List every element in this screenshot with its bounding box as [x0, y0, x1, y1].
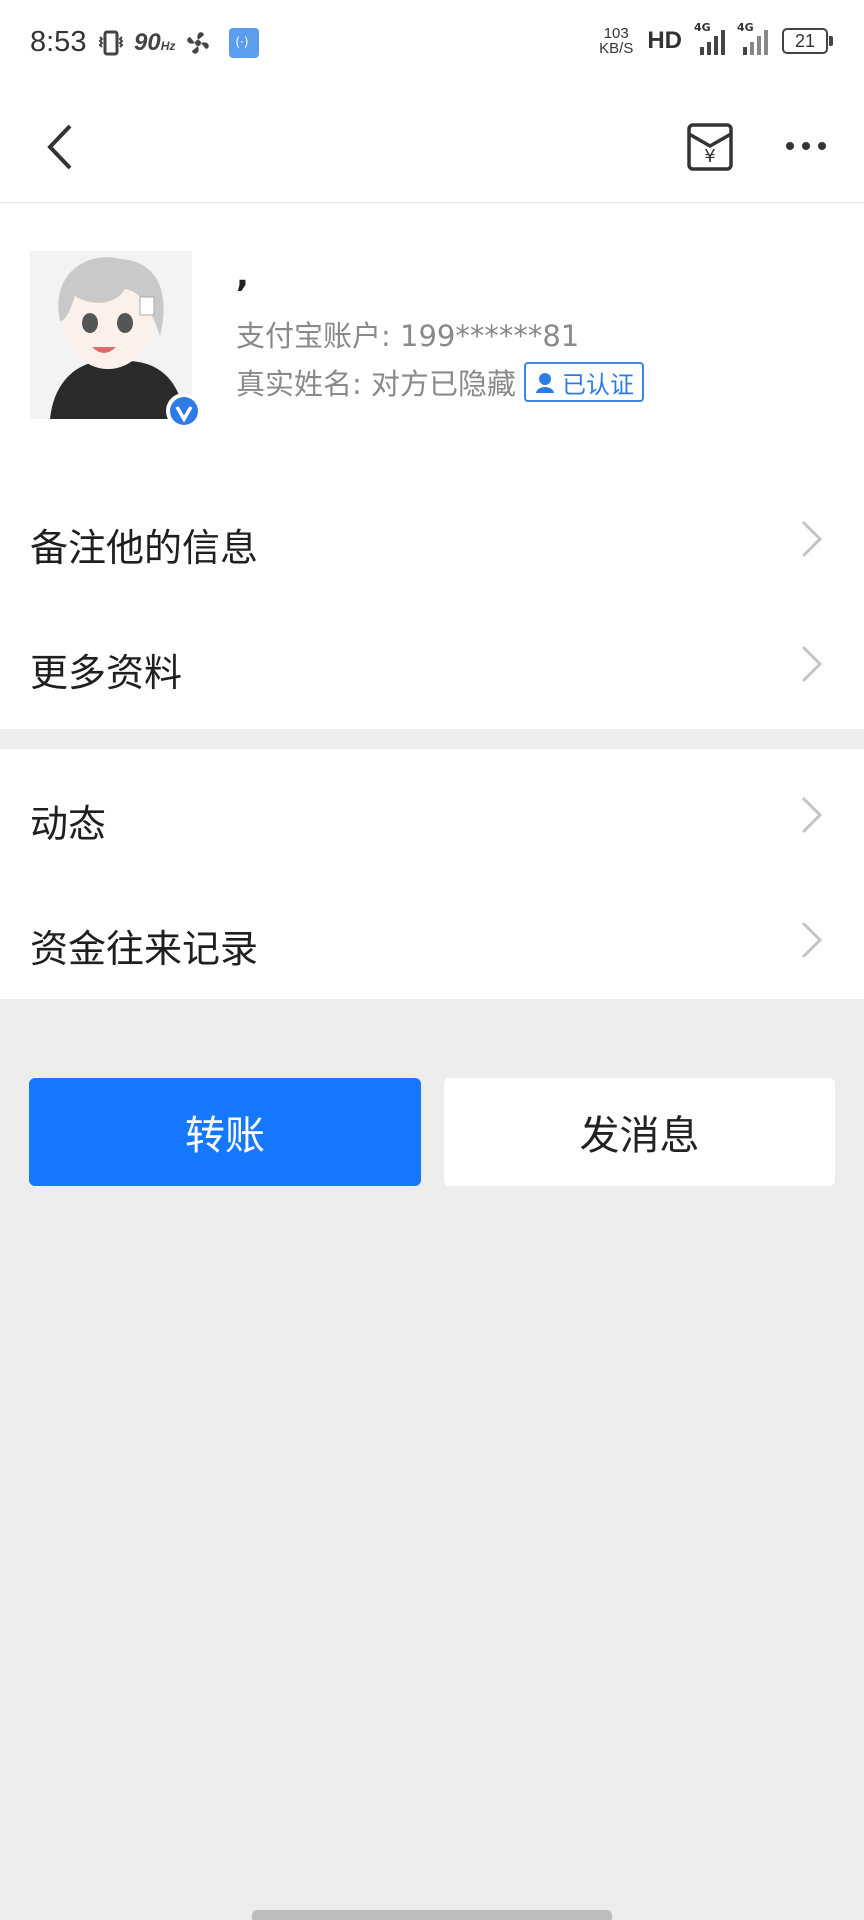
list-group-1: 备注他的信息 更多资料 — [0, 473, 864, 729]
list-item-label: 资金往来记录 — [30, 927, 259, 971]
status-left-icons: 90Hz — [96, 28, 260, 58]
list-item-remark[interactable]: 备注他的信息 — [0, 473, 864, 598]
status-bar: 8:53 90Hz 103 KB/S HD 4G 4G 21 — [0, 0, 864, 92]
list-item-label: 更多资料 — [30, 651, 183, 695]
chevron-right-icon — [801, 645, 823, 683]
more-dots-icon[interactable] — [784, 136, 828, 156]
chevron-right-icon — [801, 520, 823, 558]
realname-info: 真实姓名: 对方已隐藏 已认证 — [236, 361, 644, 403]
certified-label: 已认证 — [562, 370, 634, 399]
svg-text:¥: ¥ — [704, 146, 715, 167]
send-message-button[interactable]: 发消息 — [444, 1078, 835, 1186]
nickname: , — [236, 255, 249, 295]
chevron-right-icon — [801, 921, 823, 959]
signal-icon: 4G — [694, 21, 725, 55]
certified-badge[interactable]: 已认证 — [524, 362, 644, 402]
net-speed: 103 KB/S — [599, 25, 634, 57]
transfer-button[interactable]: 转账 — [29, 1078, 421, 1186]
list-item-feed[interactable]: 动态 — [0, 749, 864, 874]
list-item-more-info[interactable]: 更多资料 — [0, 598, 864, 723]
nfc-app-icon — [229, 28, 260, 58]
back-icon[interactable] — [38, 122, 88, 172]
battery-icon: 21 — [782, 28, 833, 54]
chevron-right-icon — [801, 796, 823, 834]
refresh-rate: 90Hz — [134, 29, 176, 56]
nav-bar: ¥ — [0, 92, 864, 203]
verified-badge-icon — [166, 393, 202, 429]
list-item-label: 备注他的信息 — [30, 526, 259, 570]
hd-indicator: HD — [647, 27, 682, 54]
account-info: 支付宝账户: 199******81 — [236, 319, 580, 353]
status-right-icons: 103 KB/S HD 4G 4G 21 — [599, 21, 833, 57]
fan-icon — [187, 32, 210, 54]
red-envelope-icon[interactable]: ¥ — [686, 122, 734, 172]
home-indicator[interactable] — [252, 1910, 612, 1920]
status-time: 8:53 — [30, 26, 87, 58]
list-item-transactions[interactable]: 资金往来记录 — [0, 874, 864, 999]
vibrate-icon — [98, 30, 124, 56]
person-icon — [536, 373, 554, 393]
signal-icon-2: 4G — [737, 21, 768, 55]
list-group-2: 动态 资金往来记录 — [0, 749, 864, 999]
profile-card: , 支付宝账户: 199******81 真实姓名: 对方已隐藏 已认证 — [0, 203, 864, 473]
realname-text: 真实姓名: 对方已隐藏 — [236, 367, 516, 401]
list-item-label: 动态 — [30, 802, 107, 846]
